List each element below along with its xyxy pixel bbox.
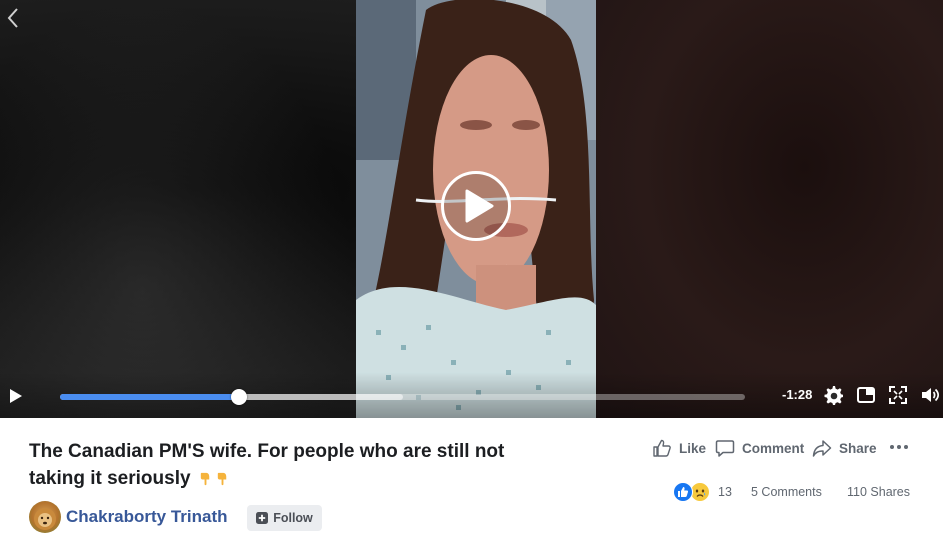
reaction-summary[interactable]: 13 bbox=[673, 481, 732, 503]
video-player[interactable]: -1:28 bbox=[0, 0, 943, 418]
pointing-down-emoji-icon bbox=[200, 472, 210, 486]
like-label: Like bbox=[679, 440, 707, 456]
video-background-left bbox=[0, 0, 356, 418]
share-arrow-icon bbox=[812, 440, 832, 457]
pointing-down-emoji-icon bbox=[217, 472, 227, 486]
follow-label: Follow bbox=[273, 511, 313, 525]
time-remaining: -1:28 bbox=[782, 387, 813, 402]
thumbs-up-icon bbox=[653, 439, 671, 457]
settings-gear-icon[interactable] bbox=[823, 385, 843, 405]
plus-icon bbox=[256, 512, 269, 524]
share-action[interactable]: Share bbox=[812, 438, 877, 458]
back-chevron-icon[interactable] bbox=[4, 6, 22, 30]
more-dots-icon[interactable] bbox=[889, 439, 909, 455]
progress-scrubber-handle[interactable] bbox=[231, 389, 248, 405]
share-label: Share bbox=[839, 440, 877, 456]
comment-action[interactable]: Comment bbox=[715, 438, 804, 458]
comments-count-link[interactable]: 5 Comments bbox=[751, 485, 822, 499]
progress-played bbox=[60, 394, 240, 400]
post-title: The Canadian PM'S wife. For people who a… bbox=[29, 438, 549, 492]
video-background-right bbox=[596, 0, 943, 418]
post-title-text: The Canadian PM'S wife. For people who a… bbox=[29, 441, 505, 489]
play-overlay-button[interactable] bbox=[441, 171, 511, 241]
author-name-link[interactable]: Chakraborty Trinath bbox=[66, 507, 228, 527]
follow-button[interactable]: Follow bbox=[247, 505, 322, 531]
play-icon bbox=[465, 189, 494, 223]
like-action[interactable]: Like bbox=[652, 438, 706, 458]
reaction-count: 13 bbox=[718, 485, 732, 499]
volume-icon[interactable] bbox=[920, 385, 940, 405]
comment-label: Comment bbox=[742, 440, 805, 456]
like-button[interactable]: Like bbox=[652, 436, 706, 460]
picture-in-picture-icon[interactable] bbox=[856, 385, 876, 405]
play-button[interactable] bbox=[8, 388, 24, 404]
sad-reaction-icon bbox=[690, 482, 710, 502]
shares-count-link[interactable]: 110 Shares bbox=[847, 485, 910, 499]
fullscreen-icon[interactable] bbox=[888, 385, 908, 405]
comment-bubble-icon bbox=[715, 440, 735, 457]
video-controls: -1:28 bbox=[0, 372, 943, 418]
progress-bar[interactable] bbox=[60, 389, 745, 405]
comment-button[interactable]: Comment bbox=[715, 436, 804, 460]
share-button[interactable]: Share bbox=[812, 436, 877, 460]
author-avatar[interactable] bbox=[29, 501, 61, 533]
like-reaction-icon bbox=[673, 482, 693, 502]
